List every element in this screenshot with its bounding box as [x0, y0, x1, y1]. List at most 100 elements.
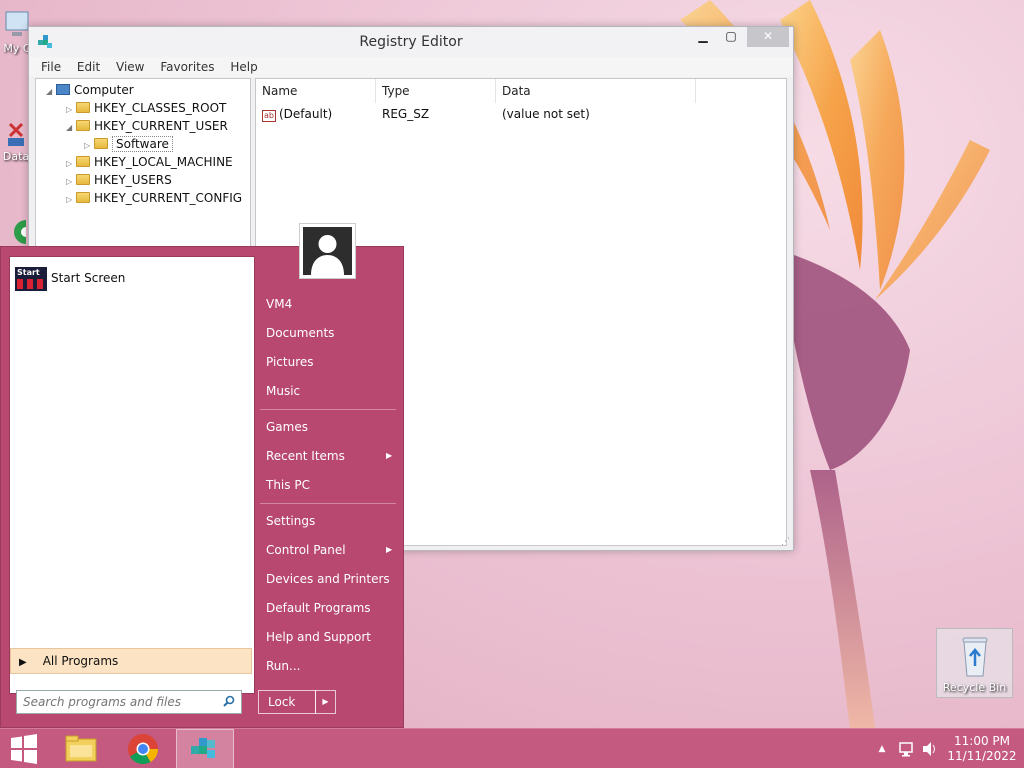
start-pictures[interactable]: Pictures: [266, 350, 314, 374]
power-options-arrow-icon[interactable]: ▶: [315, 690, 336, 714]
submenu-arrow-icon: ▶: [386, 451, 393, 460]
computer-icon: [5, 11, 29, 36]
user-silhouette-icon: [311, 235, 344, 275]
start-help-support[interactable]: Help and Support: [266, 625, 371, 649]
all-programs-button[interactable]: ▶ All Programs: [10, 648, 252, 674]
folder-icon: [76, 192, 90, 203]
menu-file[interactable]: File: [35, 57, 67, 74]
window-title: Registry Editor: [359, 34, 463, 50]
taskbar: ▲ 11:00 PM 11/11/2022: [0, 728, 1024, 768]
user-avatar[interactable]: [299, 223, 356, 279]
show-hidden-icons-arrow-icon[interactable]: ▲: [874, 729, 890, 768]
close-button[interactable]: ✕: [747, 27, 789, 47]
start-menu-programs-list: Start Start Screen: [9, 256, 255, 694]
tree-node-label: Computer: [74, 83, 134, 97]
string-value-icon: ab: [262, 110, 276, 122]
search-icon[interactable]: [223, 695, 235, 707]
taskbar-registry-editor[interactable]: [176, 729, 234, 768]
taskbar-file-explorer[interactable]: [58, 729, 104, 768]
menu-favorites[interactable]: Favorites: [154, 57, 220, 74]
column-header-data[interactable]: Data: [496, 79, 696, 103]
start-screen-item[interactable]: Start Start Screen: [15, 265, 125, 291]
search-box[interactable]: [16, 690, 242, 714]
folder-icon: [76, 120, 90, 131]
tree-node-hklm[interactable]: ▷ HKEY_LOCAL_MACHINE: [66, 153, 233, 171]
menu-bar: File Edit View Favorites Help: [29, 57, 793, 77]
chrome-icon: [14, 220, 26, 244]
tree-node-hkcc[interactable]: ▷ HKEY_CURRENT_CONFIG: [66, 189, 242, 207]
desktop-icon-label: My C: [3, 42, 31, 55]
start-devices-printers[interactable]: Devices and Printers: [266, 567, 390, 591]
start-music[interactable]: Music: [266, 379, 300, 403]
speaker-icon: [923, 742, 935, 756]
maximize-button[interactable]: ▢: [717, 27, 745, 47]
start-default-programs[interactable]: Default Programs: [266, 596, 371, 620]
start-user-name[interactable]: VM4: [266, 292, 292, 316]
menu-help[interactable]: Help: [224, 57, 263, 74]
tree-node-label: Software: [112, 136, 173, 152]
minimize-button[interactable]: ▁: [689, 27, 717, 47]
start-recent-items[interactable]: Recent Items ▶: [266, 444, 396, 468]
start-button[interactable]: [0, 729, 48, 768]
column-header-name[interactable]: Name: [256, 79, 376, 103]
folder-icon: [94, 138, 108, 149]
tree-node-computer[interactable]: ◢ Computer: [46, 81, 134, 99]
tree-node-label: HKEY_CURRENT_USER: [94, 119, 228, 133]
network-icon[interactable]: [896, 729, 918, 768]
start-games[interactable]: Games: [266, 415, 308, 439]
network-icon-glyph: [899, 742, 913, 757]
value-data: (value not set): [502, 107, 590, 121]
menu-view[interactable]: View: [110, 57, 150, 74]
desktop-icon-data[interactable]: Data: [2, 120, 30, 163]
collapse-arrow-icon[interactable]: ◢: [66, 119, 76, 137]
lock-button[interactable]: Lock: [258, 690, 316, 714]
recycle-bin-icon-tile[interactable]: Recycle Bin: [936, 628, 1013, 698]
menu-edit[interactable]: Edit: [71, 57, 106, 74]
registry-editor-icon: [191, 738, 215, 758]
folder-icon: [76, 156, 90, 167]
search-input[interactable]: [17, 691, 213, 713]
tree-node-label: HKEY_CURRENT_CONFIG: [94, 191, 243, 205]
clock-time: 11:00 PM: [954, 734, 1010, 748]
tree-node-label: HKEY_USERS: [94, 173, 172, 187]
computer-icon: [56, 84, 70, 95]
desktop-icon-chrome-partial[interactable]: [8, 214, 26, 244]
desktop-icon-label: Data: [2, 150, 30, 163]
tree-node-hku[interactable]: ▷ HKEY_USERS: [66, 171, 172, 189]
tree-node-hkcr[interactable]: ▷ HKEY_CLASSES_ROOT: [66, 99, 226, 117]
play-arrow-icon: ▶: [19, 657, 27, 668]
folder-icon: [76, 102, 90, 113]
recent-items-label: Recent Items: [266, 449, 345, 463]
separator: [260, 503, 396, 504]
start-run[interactable]: Run...: [266, 654, 300, 678]
collapse-arrow-icon[interactable]: ◢: [46, 83, 56, 101]
tree-node-label: HKEY_CLASSES_ROOT: [94, 101, 227, 115]
tree-node-hkcu[interactable]: ◢ HKEY_CURRENT_USER: [66, 117, 228, 135]
tree-node-software[interactable]: ▷ Software: [84, 135, 173, 153]
submenu-arrow-icon: ▶: [386, 545, 393, 554]
start-screen-label: Start Screen: [51, 271, 126, 285]
data-icon: [8, 122, 24, 146]
column-header-type[interactable]: Type: [376, 79, 496, 103]
recycle-bin-label: Recycle Bin: [942, 681, 1007, 694]
expand-arrow-icon[interactable]: ▷: [66, 191, 76, 209]
table-row[interactable]: ab (Default): [262, 105, 332, 123]
value-type: REG_SZ: [382, 107, 430, 121]
resize-grip-icon[interactable]: ⋰: [781, 537, 790, 547]
control-panel-label: Control Panel: [266, 543, 346, 557]
start-documents[interactable]: Documents: [266, 321, 334, 345]
start-this-pc[interactable]: This PC: [266, 473, 310, 497]
value-name: (Default): [279, 107, 333, 121]
recycle-bin-icon: [962, 637, 987, 677]
start-control-panel[interactable]: Control Panel ▶: [266, 538, 396, 562]
folder-icon: [76, 174, 90, 185]
system-clock[interactable]: 11:00 PM 11/11/2022: [944, 734, 1020, 764]
all-programs-label: All Programs: [42, 654, 119, 668]
separator: [260, 409, 396, 410]
chrome-icon: [128, 734, 158, 765]
clock-date: 11/11/2022: [947, 749, 1017, 763]
volume-icon[interactable]: [920, 729, 940, 768]
title-bar[interactable]: Registry Editor ▁ ▢ ✕: [29, 27, 793, 57]
start-settings[interactable]: Settings: [266, 509, 315, 533]
taskbar-chrome[interactable]: [120, 729, 166, 768]
